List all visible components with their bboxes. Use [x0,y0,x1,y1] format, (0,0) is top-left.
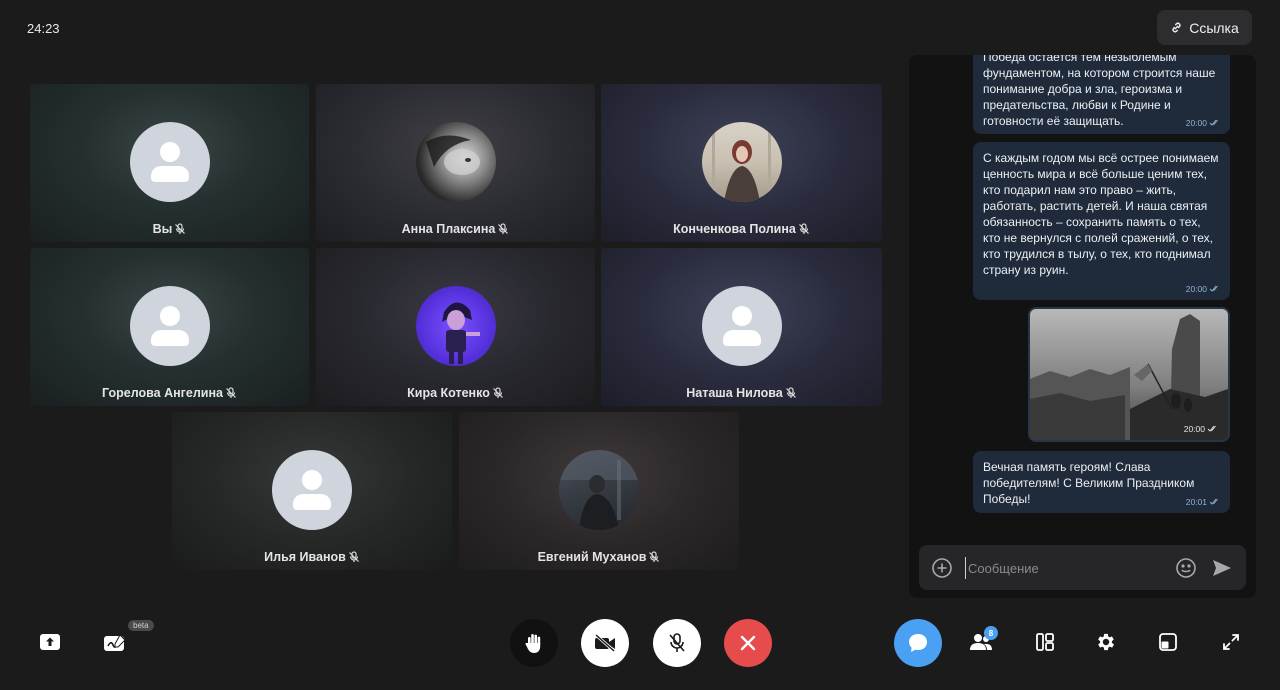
microphone-toggle-button[interactable] [653,619,701,667]
participant-name: Илья Иванов [264,550,346,564]
participant-name: Конченкова Полина [673,222,796,236]
picture-in-picture-button[interactable] [1157,631,1179,653]
share-screen-button[interactable] [38,630,62,654]
chat-panel: Победа остается тем незыблемым фундамент… [909,55,1256,598]
avatar [559,450,639,530]
fullscreen-button[interactable] [1220,631,1242,653]
mic-muted-icon [649,551,660,562]
send-icon[interactable] [1211,557,1233,579]
participant-tile[interactable]: Горелова Ангелина [30,248,309,406]
layout-icon [1036,633,1054,651]
avatar [415,122,496,202]
video-call-app: 24:23 Ссылка Вы Анна Плаксина Конченкова… [0,0,1280,690]
camera-toggle-button[interactable] [581,619,629,667]
participant-tile[interactable]: Евгений Муханов [459,412,739,570]
participant-name: Вы [152,222,173,236]
avatar [701,286,782,366]
chat-photo-message[interactable]: 20:00 [1028,307,1230,442]
avatar [272,450,352,530]
chat-message: С каждым годом мы всё острее понимаем це… [973,142,1230,300]
message-text: С каждым годом мы всё острее понимаем це… [983,151,1219,277]
beta-badge: beta [128,620,154,631]
share-screen-icon [40,634,60,650]
avatar [129,286,210,366]
double-check-icon [1209,285,1218,292]
mic-off-icon [669,633,685,652]
message-input[interactable] [965,557,1165,579]
message-text: Победа остается тем незыблемым фундамент… [983,55,1216,128]
mic-muted-icon [175,223,186,234]
call-timer: 24:23 [27,21,60,36]
avatar [129,122,210,202]
copy-link-button[interactable]: Ссылка [1157,10,1252,45]
link-icon [1172,22,1181,33]
hang-up-button[interactable] [724,619,772,667]
participants-count-badge: 8 [984,626,998,640]
mic-muted-icon [226,387,236,398]
double-check-icon [1207,425,1216,432]
mic-muted-icon [798,223,809,234]
copy-link-label: Ссылка [1189,19,1239,36]
message-time: 20:00 [1183,424,1205,434]
participant-tile[interactable]: Конченкова Полина [601,84,882,242]
participant-name: Наташа Нилова [686,386,783,400]
participant-name: Кира Котенко [407,386,490,400]
participant-name: Евгений Муханов [537,550,647,564]
message-text: Вечная память героям! Слава победителям!… [983,460,1195,506]
avatar [415,286,496,366]
raise-hand-icon [525,634,541,653]
mic-muted-icon [348,551,359,562]
settings-button[interactable] [1095,631,1117,653]
whiteboard-button[interactable] [101,630,129,656]
whiteboard-icon [104,634,126,651]
avatar [701,122,782,202]
participant-name: Анна Плаксина [401,222,496,236]
message-time: 20:01 [1185,497,1207,507]
participant-name: Горелова Ангелина [102,386,223,400]
picture-in-picture-icon [1159,633,1177,651]
message-time: 20:00 [1185,284,1207,294]
mic-muted-icon [492,387,503,398]
chat-icon [909,634,927,652]
layout-button[interactable] [1034,631,1056,653]
add-attachment-icon[interactable] [931,557,953,579]
raise-hand-button[interactable] [510,619,558,667]
message-time: 20:00 [1185,118,1207,128]
fullscreen-icon [1223,634,1239,650]
mic-muted-icon [498,223,509,234]
camera-off-icon [595,633,615,653]
gear-icon [1098,633,1114,651]
hang-up-icon [740,635,756,651]
chat-toggle-button[interactable] [894,619,942,667]
chat-message: Вечная память героям! Слава победителям!… [973,451,1230,513]
participant-tile[interactable]: Наташа Нилова [601,248,882,406]
chat-message: Победа остается тем незыблемым фундамент… [973,55,1230,134]
participant-tile[interactable]: Анна Плаксина [316,84,595,242]
participant-tile[interactable]: Кира Котенко [316,248,595,406]
historic-photo [1030,309,1228,440]
message-composer [919,545,1246,590]
participant-tile[interactable]: Илья Иванов [172,412,452,570]
participant-tile[interactable]: Вы [30,84,309,242]
emoji-icon[interactable] [1175,557,1197,579]
double-check-icon [1209,498,1218,505]
mic-muted-icon [785,387,796,398]
double-check-icon [1209,119,1218,126]
